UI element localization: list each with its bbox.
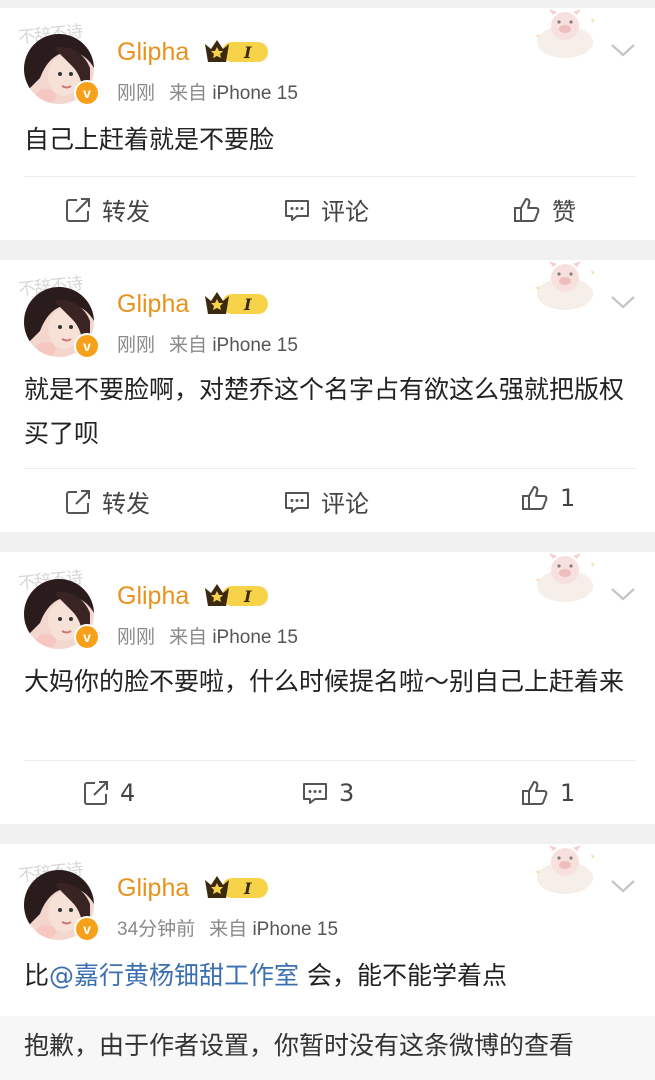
post-meta: 刚刚 来自 iPhone 15 <box>117 330 298 357</box>
device-name[interactable]: iPhone 15 <box>212 83 298 104</box>
device-name[interactable]: iPhone 15 <box>212 335 298 356</box>
verified-badge-icon: v <box>74 624 100 650</box>
thumbs-up-icon <box>522 486 548 510</box>
chevron-down-icon[interactable] <box>608 876 638 896</box>
comment-button[interactable]: 评论 <box>283 192 369 227</box>
repost-icon <box>84 781 108 805</box>
post-content: 比@嘉行黄杨钿甜工作室 会，能不能学着点 <box>24 954 636 998</box>
verified-badge-icon: v <box>74 80 100 106</box>
repost-icon <box>66 197 90 222</box>
pig-sticker-icon <box>525 842 605 898</box>
username[interactable]: Glipha <box>117 38 189 67</box>
svg-text:I: I <box>243 43 252 62</box>
post-time: 刚刚 <box>117 627 156 648</box>
post-time: 刚刚 <box>117 335 156 356</box>
divider <box>24 760 636 761</box>
post-time: 34分钟前 <box>117 919 196 940</box>
content-suffix: 会，能不能学着点 <box>299 961 507 990</box>
post-time: 刚刚 <box>117 83 156 104</box>
source-prefix: 来自 <box>209 919 248 940</box>
like-button[interactable]: 1 <box>520 484 575 512</box>
post-meta: 34分钟前 来自 iPhone 15 <box>117 914 338 941</box>
post-content: 就是不要脸啊，对楚乔这个名字占有欲这么强就把版权买了呗 <box>24 375 625 448</box>
repost-count: 4 <box>120 779 136 807</box>
content-prefix: 比 <box>24 961 50 990</box>
repost-button[interactable]: 转发 <box>64 192 150 227</box>
repost-label: 转发 <box>102 198 150 226</box>
verified-badge-icon: v <box>74 916 100 942</box>
device-name[interactable]: iPhone 15 <box>212 627 298 648</box>
pig-sticker-icon <box>525 258 605 314</box>
chevron-down-icon[interactable] <box>608 40 638 60</box>
device-name[interactable]: iPhone 15 <box>252 919 338 940</box>
post-meta: 刚刚 来自 iPhone 15 <box>117 78 298 105</box>
like-button[interactable]: 赞 <box>512 192 576 227</box>
like-count: 1 <box>560 779 576 807</box>
level-crown-badge-icon: I <box>204 580 268 610</box>
level-crown-badge-icon: I <box>204 872 268 902</box>
post-meta: 刚刚 来自 iPhone 15 <box>117 622 298 649</box>
comment-icon <box>285 491 309 513</box>
comment-icon <box>285 199 309 221</box>
svg-text:I: I <box>243 879 252 898</box>
pig-sticker-icon <box>525 6 605 62</box>
comment-label: 评论 <box>321 198 369 226</box>
verified-badge-icon: v <box>74 333 100 359</box>
thumbs-up-icon <box>522 781 548 805</box>
comment-button[interactable]: 3 <box>301 779 354 807</box>
thumbs-up-icon <box>514 197 540 222</box>
repost-button[interactable]: 4 <box>82 779 135 807</box>
comment-icon <box>303 783 327 804</box>
post-content: 大妈你的脸不要啦，什么时候提名啦～别自己上赶着来 <box>24 667 625 696</box>
chevron-down-icon[interactable] <box>608 292 638 312</box>
divider <box>24 176 636 177</box>
repost-label: 转发 <box>102 490 150 518</box>
comment-count: 3 <box>339 779 355 807</box>
username[interactable]: Glipha <box>117 290 189 319</box>
mention-link[interactable]: @嘉行黄杨钿甜工作室 <box>49 961 299 990</box>
comment-button[interactable]: 评论 <box>283 484 369 519</box>
repost-button[interactable]: 转发 <box>64 484 150 519</box>
post-content: 自己上赶着就是不要脸 <box>24 125 275 154</box>
divider <box>24 468 636 469</box>
restricted-notice-text: 抱歉，由于作者设置，你暂时没有这条微博的查看 <box>24 1031 575 1060</box>
like-count: 1 <box>560 484 576 512</box>
username[interactable]: Glipha <box>117 582 189 611</box>
chevron-down-icon[interactable] <box>608 584 638 604</box>
svg-text:I: I <box>243 295 252 314</box>
level-crown-badge-icon: I <box>204 36 268 66</box>
source-prefix: 来自 <box>169 627 208 648</box>
username[interactable]: Glipha <box>117 874 189 903</box>
source-prefix: 来自 <box>169 83 208 104</box>
comment-label: 评论 <box>321 490 369 518</box>
repost-icon <box>66 489 90 514</box>
like-button[interactable]: 1 <box>520 779 575 807</box>
like-label: 赞 <box>552 198 576 226</box>
pig-sticker-icon <box>525 550 605 606</box>
level-crown-badge-icon: I <box>204 288 268 318</box>
source-prefix: 来自 <box>169 335 208 356</box>
svg-text:I: I <box>243 587 252 606</box>
